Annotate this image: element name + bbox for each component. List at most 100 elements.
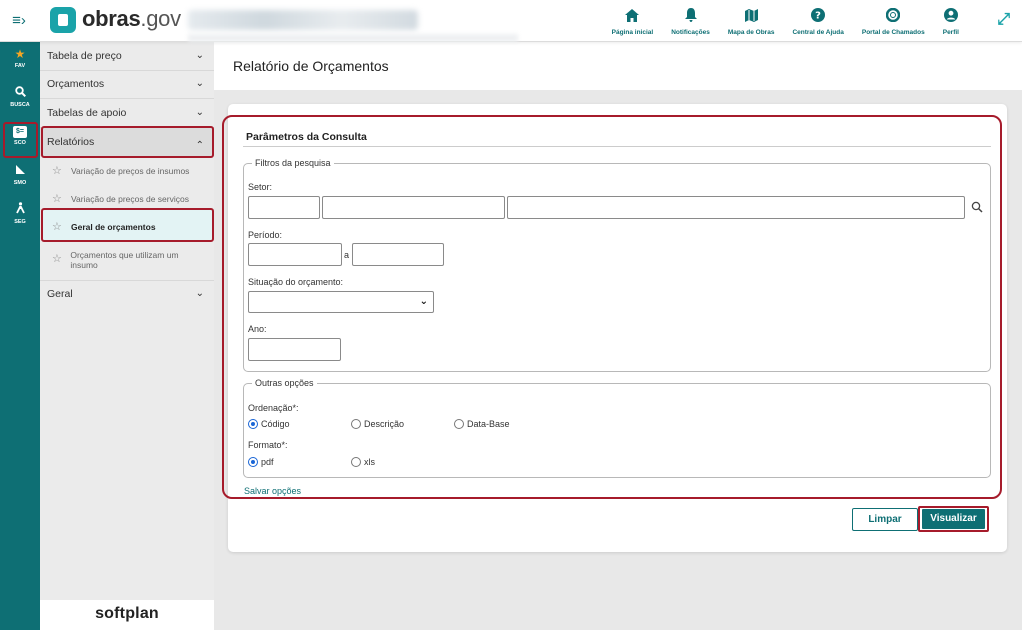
setor-label: Setor: [248,182,273,192]
bell-icon [683,7,699,23]
nav-profile[interactable]: Perfil [934,4,968,36]
section-title: Parâmetros da Consulta [246,131,367,143]
limpar-button[interactable]: Limpar [852,508,918,531]
periodo-end-input[interactable] [352,243,444,266]
lifebuoy-icon [885,7,901,23]
situacao-label: Situação do orçamento: [248,277,344,287]
chevron-down-icon: ⌄ [195,50,204,61]
nav-profile-label: Perfil [942,29,959,36]
relatorios-highlight [41,126,214,158]
radio-label: Descrição [364,419,405,429]
formato-label: Formato*: [248,440,288,450]
sub-item-geral-orcamentos[interactable]: ☆ Geral de orçamentos [52,222,212,233]
sub-item-variacao-insumos[interactable]: ☆ Variação de preços de insumos [52,166,212,177]
nav-help-label: Central de Ajuda [792,29,844,36]
nav-help[interactable]: ? Central de Ajuda [783,4,852,36]
strip-fav[interactable]: ★ FAV [0,47,40,70]
filters-legend: Filtros da pesquisa [255,158,331,168]
chevron-down-icon: ⌄ [195,78,204,89]
radio-selected-icon [248,457,258,467]
home-icon [624,7,640,23]
visualizar-button[interactable]: Visualizar [922,509,985,529]
sidebar-item-label: Tabela de preço [47,50,122,62]
star-outline-icon: ☆ [52,221,62,233]
chevron-down-icon: ⌄ [195,288,204,299]
sidebar-item-label: Tabelas de apoio [47,107,127,119]
ruler-icon [0,164,40,178]
ordenacao-database-radio[interactable]: Data-Base [454,419,510,429]
sub-item-label: Variação de preços de insumos [71,166,190,176]
strip-fav-label: FAV [14,63,26,69]
strip-seg-label: SEG [14,219,26,225]
nav-home[interactable]: Página inicial [603,4,663,36]
radio-unselected-icon [351,457,361,467]
top-bar: ≡› obras.gov Página inicial Notificações… [0,0,1022,42]
search-icon [0,86,40,100]
strip-busca[interactable]: BUSCA [0,86,40,108]
map-icon [743,7,759,23]
ano-input[interactable] [248,338,341,361]
nav-tickets[interactable]: Portal de Chamados [853,4,934,36]
radio-label: Código [261,419,290,429]
sidebar-item-tabelas-apoio[interactable]: Tabelas de apoio ⌄ [40,99,214,127]
main-content: Relatório de Orçamentos Parâmetros da Co… [214,42,1022,630]
setor-description-input[interactable] [507,196,965,219]
star-icon: ★ [14,47,26,61]
strip-smo[interactable]: SMO [0,164,40,186]
sidebar-item-tabela-preco[interactable]: Tabela de preço ⌄ [40,42,214,70]
periodo-start-input[interactable] [248,243,342,266]
star-outline-icon: ☆ [52,165,62,177]
sco-icon: $= [13,126,27,138]
chevron-down-icon: ⌄ [195,107,204,118]
strip-smo-label: SMO [13,180,27,186]
sidebar-item-orcamentos[interactable]: Orçamentos ⌄ [40,70,214,98]
periodo-label: Período: [248,230,283,240]
strip-busca-label: BUSCA [10,102,30,108]
ordenacao-descricao-radio[interactable]: Descrição [351,419,404,429]
expand-icon[interactable]: ⤢ [997,11,1010,29]
setor-code-input[interactable] [248,196,320,219]
softplan-logo: softplan [40,600,214,630]
sidebar-item-label: Orçamentos [47,78,105,90]
salvar-opcoes-link[interactable]: Salvar opções [244,486,301,496]
user-icon [943,7,959,23]
sub-item-orcamentos-insumo[interactable]: ☆ Orçamentos que utilizam um insumo [52,250,202,270]
blurred-bar [188,34,518,42]
page-title: Relatório de Orçamentos [233,58,389,74]
radio-label: xls [364,457,375,467]
page-header: Relatório de Orçamentos [214,42,1022,90]
divider [243,146,991,147]
star-outline-icon: ☆ [52,253,62,265]
nav-map-label: Mapa de Obras [727,29,775,36]
search-icon[interactable] [971,201,983,216]
sidebar: Tabela de preço ⌄ Orçamentos ⌄ Tabelas d… [40,42,214,600]
sidebar-item-label: Geral [47,288,73,300]
situacao-select[interactable]: ⌄ [248,291,434,313]
radio-unselected-icon [351,419,361,429]
ordenacao-codigo-radio[interactable]: Código [248,419,290,429]
strip-sco-label: SCO [14,140,26,146]
top-nav: Página inicial Notificações Mapa de Obra… [603,4,968,36]
sub-item-label: Variação de preços de serviços [71,194,189,204]
ordenacao-label: Ordenação*: [248,403,299,413]
nav-notifications[interactable]: Notificações [662,4,719,36]
setor-sigla-input[interactable] [322,196,505,219]
sub-item-variacao-servicos[interactable]: ☆ Variação de preços de serviços [52,194,212,205]
periodo-separator: a [344,250,350,260]
strip-seg[interactable]: SEG [0,202,40,225]
nav-map[interactable]: Mapa de Obras [719,4,784,36]
sub-item-label: Orçamentos que utilizam um insumo [70,250,179,270]
nav-home-label: Página inicial [611,29,654,36]
obras-logo-icon [50,7,76,33]
menu-collapse-icon[interactable]: ≡› [10,12,28,30]
formato-pdf-radio[interactable]: pdf [248,457,274,467]
strip-sco[interactable]: $= SCO [0,126,40,146]
chevron-down-icon: ⌄ [419,296,428,307]
sidebar-item-geral[interactable]: Geral ⌄ [40,280,214,308]
formato-xls-radio[interactable]: xls [351,457,375,467]
radio-label: pdf [261,457,274,467]
app-logo[interactable]: obras.gov [82,6,181,32]
star-outline-icon: ☆ [52,193,62,205]
radio-label: Data-Base [467,419,510,429]
worker-icon [0,202,40,217]
